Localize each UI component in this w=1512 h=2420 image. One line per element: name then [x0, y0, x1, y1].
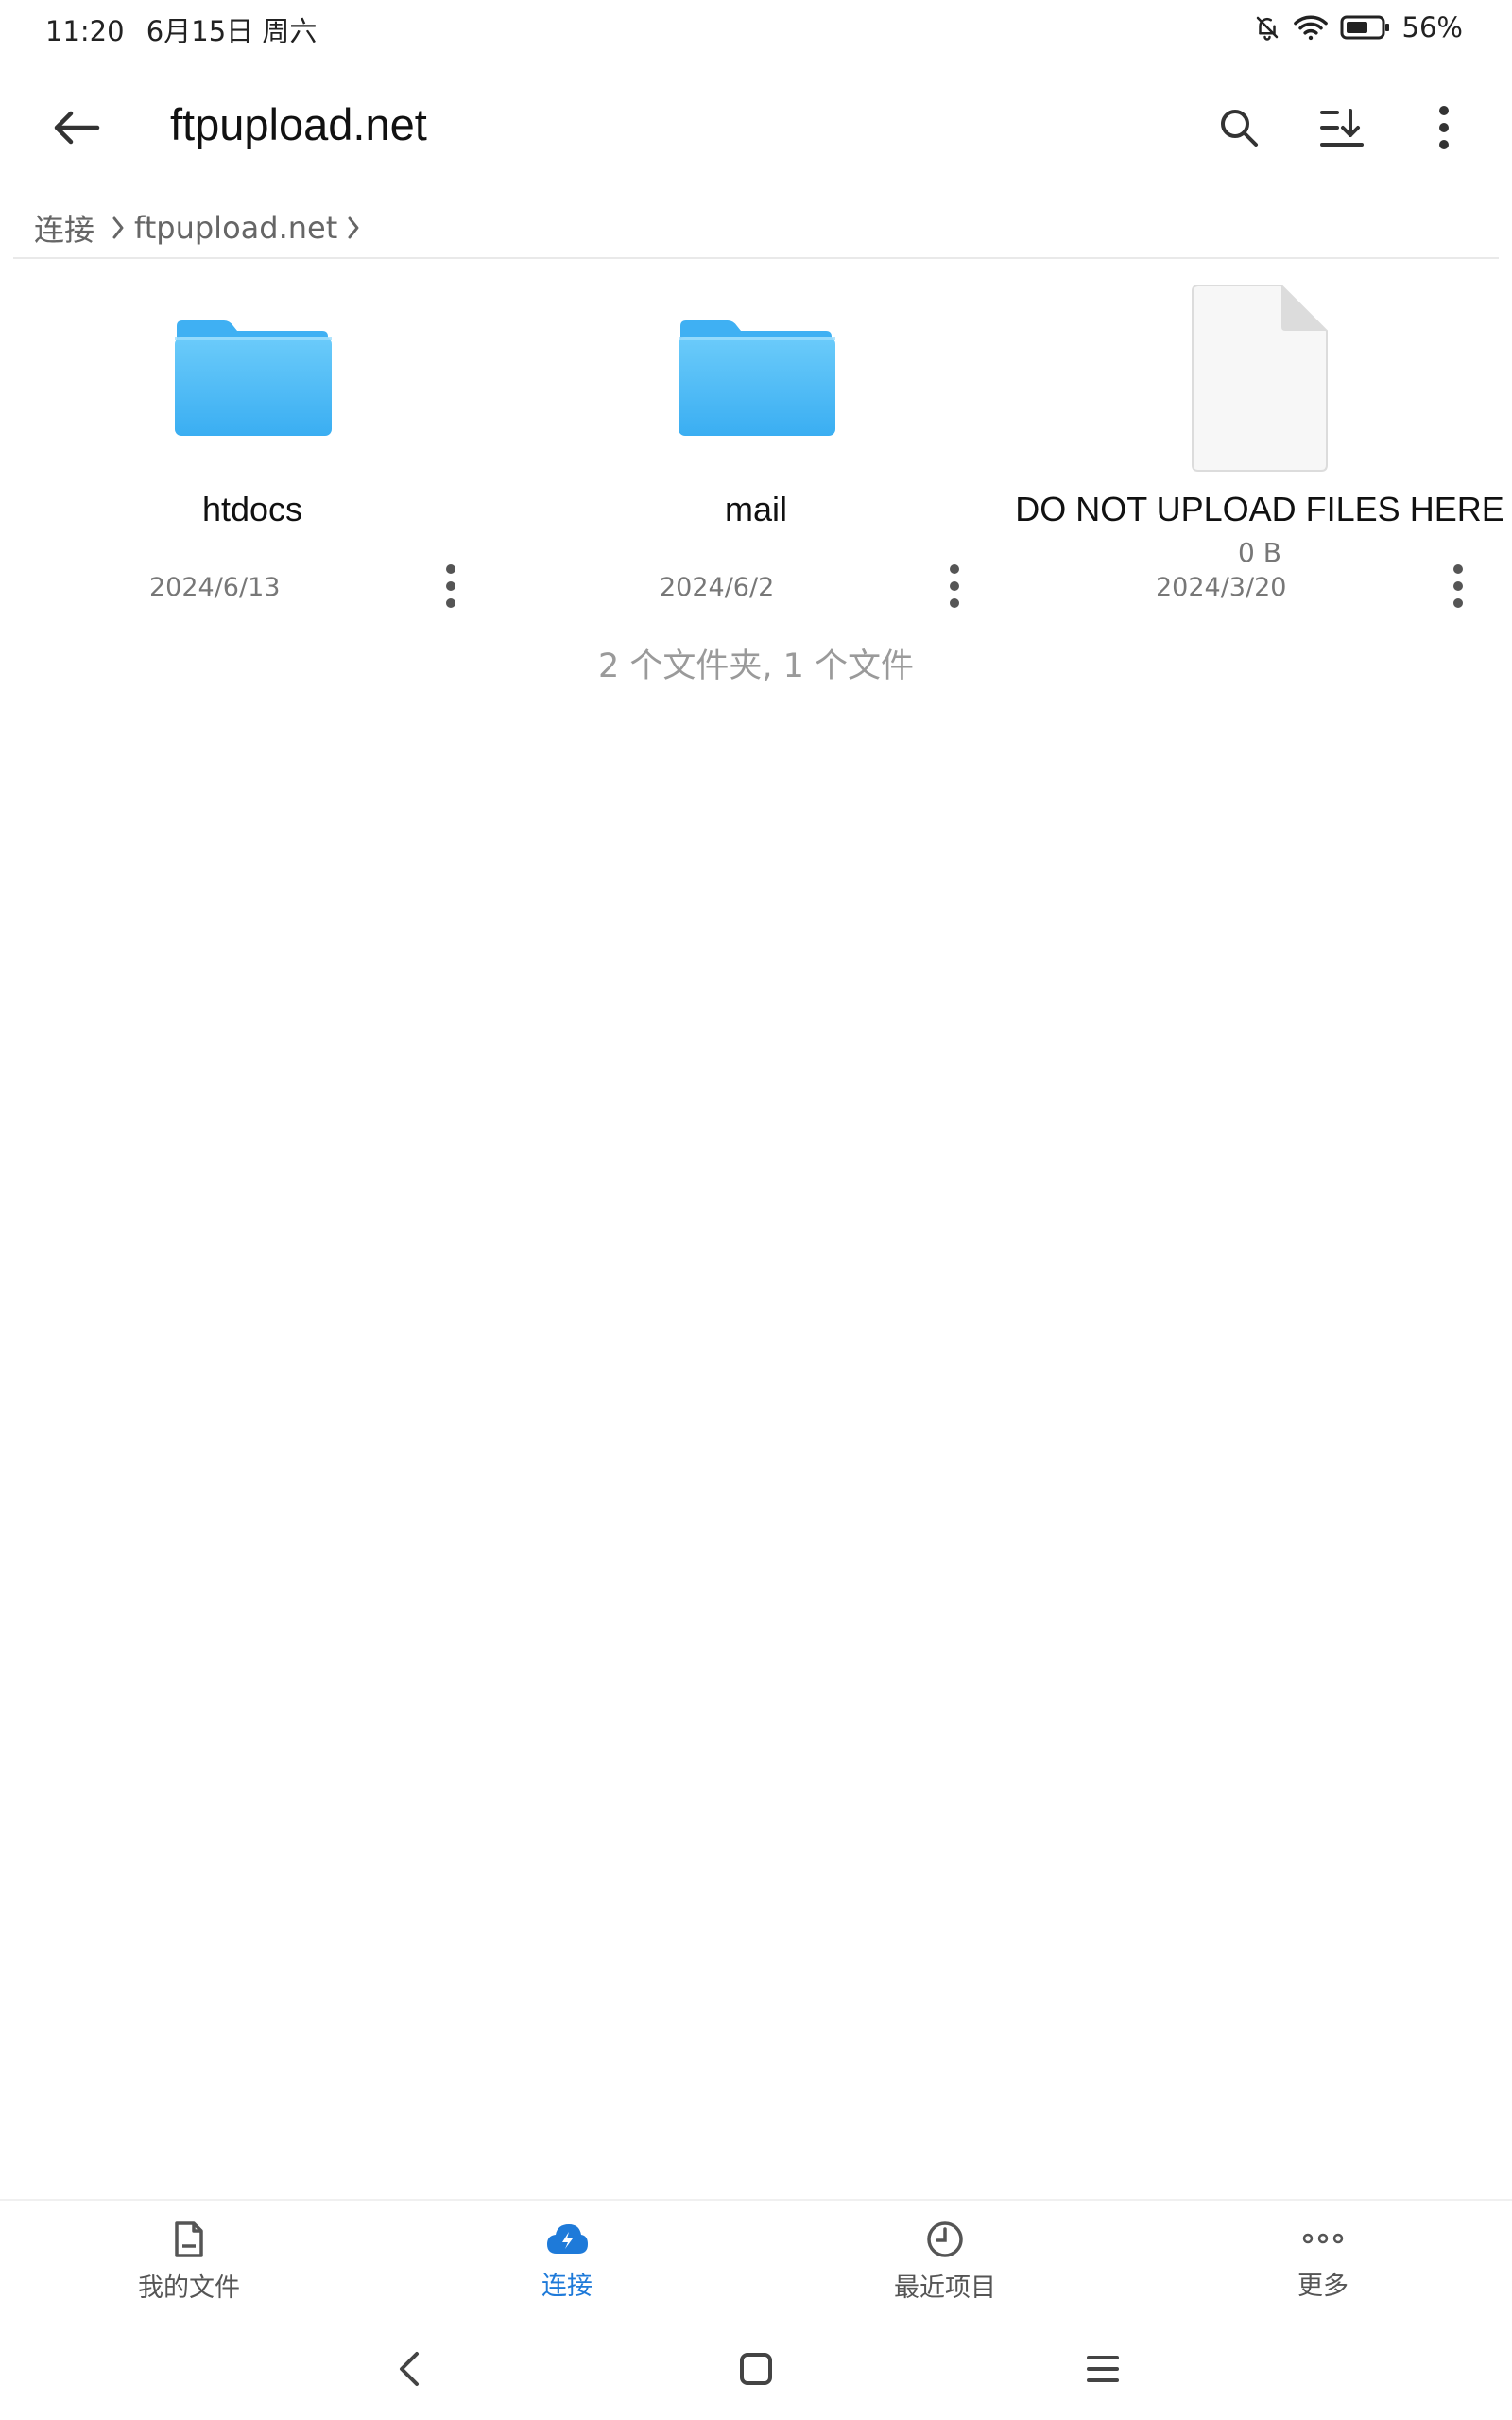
item-name: mail [724, 490, 787, 528]
tab-label: 更多 [1297, 2272, 1349, 2301]
tab-label: 最近项目 [894, 2273, 996, 2303]
sort-icon [1320, 109, 1364, 147]
folder-item-mail[interactable]: mail 2024/6/2 [504, 274, 1008, 633]
chevron-left-icon [400, 2352, 419, 2386]
tab-label: 我的文件 [138, 2273, 240, 2303]
search-icon [1221, 110, 1258, 147]
page-title: ftpupload.net [170, 99, 427, 149]
file-icon [1007, 274, 1512, 482]
search-button[interactable] [1206, 95, 1272, 161]
breadcrumb-root[interactable]: 连接 [34, 206, 94, 250]
more-options-button[interactable] [1411, 95, 1477, 161]
wifi-icon [1293, 13, 1329, 42]
tab-connect[interactable]: 连接 [378, 2201, 756, 2314]
more-horiz-icon [1302, 2233, 1344, 2244]
status-icons: 56% [1253, 11, 1463, 43]
tab-recent[interactable]: 最近项目 [756, 2201, 1134, 2314]
cloud-icon [547, 2224, 588, 2254]
tab-more[interactable]: 更多 [1134, 2201, 1512, 2314]
item-date: 2024/3/20 [1156, 573, 1287, 602]
items-summary: 2 个文件夹, 1 个文件 [597, 648, 915, 685]
file-item[interactable]: DO NOT UPLOAD FILES HERE 0 B 2024/3/20 [1007, 274, 1512, 633]
divider [13, 257, 1499, 259]
breadcrumb: 连接 ftpupload.net [34, 206, 360, 250]
status-time-text: 11:20 [45, 15, 125, 47]
tab-my-files[interactable]: 我的文件 [0, 2201, 378, 2314]
back-button[interactable] [43, 95, 110, 161]
folder-icon [504, 274, 1008, 482]
item-more-button[interactable] [1430, 548, 1486, 624]
system-back-button[interactable] [376, 2341, 442, 2397]
item-date: 2024/6/2 [660, 573, 775, 602]
status-date: 6月15日 周六 [146, 15, 318, 47]
file-icon [175, 2221, 203, 2257]
breadcrumb-current[interactable]: ftpupload.net [134, 210, 337, 246]
more-vert-icon [950, 564, 959, 608]
more-vert-icon [446, 564, 455, 608]
status-time: 11:20 6月15日 周六 [45, 9, 317, 49]
sort-button[interactable] [1309, 95, 1375, 161]
battery-percent: 56% [1401, 11, 1463, 43]
more-vert-icon [1439, 106, 1449, 149]
item-more-button[interactable] [422, 548, 479, 624]
more-vert-icon [1453, 564, 1463, 608]
folder-item-htdocs[interactable]: htdocs 2024/6/13 [0, 274, 505, 633]
square-icon [740, 2353, 772, 2385]
menu-icon [1087, 2356, 1119, 2382]
item-name: DO NOT UPLOAD FILES HERE [1015, 490, 1504, 528]
tab-label: 连接 [541, 2272, 593, 2301]
bell-off-icon [1253, 13, 1281, 42]
arrow-left-icon [54, 111, 100, 145]
system-home-button[interactable] [723, 2341, 789, 2397]
chevron-right-icon [347, 216, 360, 240]
item-name: htdocs [201, 490, 303, 528]
item-date: 2024/6/13 [149, 573, 281, 602]
system-menu-button[interactable] [1070, 2341, 1136, 2397]
item-more-button[interactable] [926, 548, 983, 624]
chevron-right-icon [112, 216, 125, 240]
folder-icon [0, 274, 505, 482]
battery-icon [1340, 14, 1391, 41]
clock-icon [927, 2221, 963, 2257]
bottom-nav: 我的文件 连接 最近项目 更多 [0, 2199, 1512, 2314]
